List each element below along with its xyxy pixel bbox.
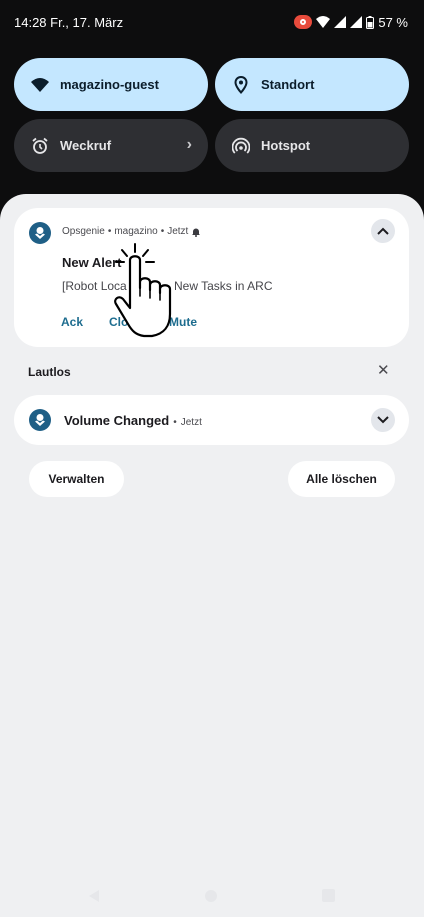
chevron-down-icon <box>377 416 389 424</box>
notification-time: Jetzt <box>180 417 202 428</box>
notification-text-tail: New Tasks in ARC <box>174 279 273 293</box>
quick-tile-alarm[interactable]: Weckruf › <box>14 119 208 172</box>
quick-tile-location[interactable]: Standort <box>215 58 409 111</box>
quick-tile-wifi[interactable]: magazino-guest <box>14 58 208 111</box>
notification-meta: Opsgenie • magazino • Jetzt <box>62 226 201 237</box>
quick-tile-label: Hotspot <box>261 138 311 153</box>
clear-all-button[interactable]: Alle löschen <box>288 461 395 497</box>
battery-percent: 57 % <box>378 14 408 30</box>
manage-button[interactable]: Verwalten <box>29 461 124 497</box>
screen-record-icon <box>294 15 313 29</box>
notification-heading: Volume Changed • Jetzt <box>64 413 202 428</box>
quick-tile-hotspot[interactable]: Hotspot <box>215 119 409 172</box>
status-time-date: 14:28 Fr., 17. März <box>14 14 124 30</box>
notification-time: Jetzt <box>167 226 189 237</box>
chevron-up-icon <box>377 227 389 235</box>
back-icon[interactable] <box>88 889 100 903</box>
tap-gesture-hand-icon <box>114 243 172 338</box>
silent-section-label: Lautlos <box>28 365 71 379</box>
signal-icon <box>334 16 347 28</box>
status-icons: 57 % <box>294 15 408 30</box>
recents-icon[interactable] <box>322 889 335 902</box>
wifi-status-icon <box>316 16 331 28</box>
meta-separator: • <box>173 417 177 428</box>
quick-tile-label: magazino-guest <box>60 77 159 92</box>
alarm-icon <box>30 136 50 156</box>
collapse-button[interactable] <box>371 219 395 243</box>
opsgenie-app-icon <box>29 409 51 431</box>
alarm-bell-icon <box>192 228 201 237</box>
hotspot-icon <box>231 136 251 156</box>
quick-tile-label: Standort <box>261 77 315 92</box>
meta-separator: • <box>160 226 165 237</box>
meta-separator: • <box>107 226 112 237</box>
home-icon[interactable] <box>205 890 217 902</box>
notification-volume[interactable]: Volume Changed • Jetzt <box>14 395 409 445</box>
close-icon[interactable]: ✕ <box>377 363 390 378</box>
navigation-bar <box>0 880 424 910</box>
battery-icon <box>366 15 375 29</box>
notification-source: magazino <box>114 226 158 237</box>
location-icon <box>231 75 251 95</box>
notification-opsgenie[interactable]: Opsgenie • magazino • Jetzt New Alert [R… <box>14 208 409 347</box>
opsgenie-app-icon <box>29 222 51 244</box>
expand-button[interactable] <box>371 408 395 432</box>
notification-title: Volume Changed <box>64 413 170 428</box>
notification-app-name: Opsgenie <box>62 226 105 237</box>
chevron-right-icon: › <box>186 136 192 153</box>
signal-2-icon <box>350 16 363 28</box>
wifi-icon <box>30 75 50 95</box>
quick-tile-label: Weckruf <box>60 138 112 153</box>
status-bar: 14:28 Fr., 17. März 57 % <box>0 0 424 44</box>
action-ack-button[interactable]: Ack <box>61 315 83 329</box>
